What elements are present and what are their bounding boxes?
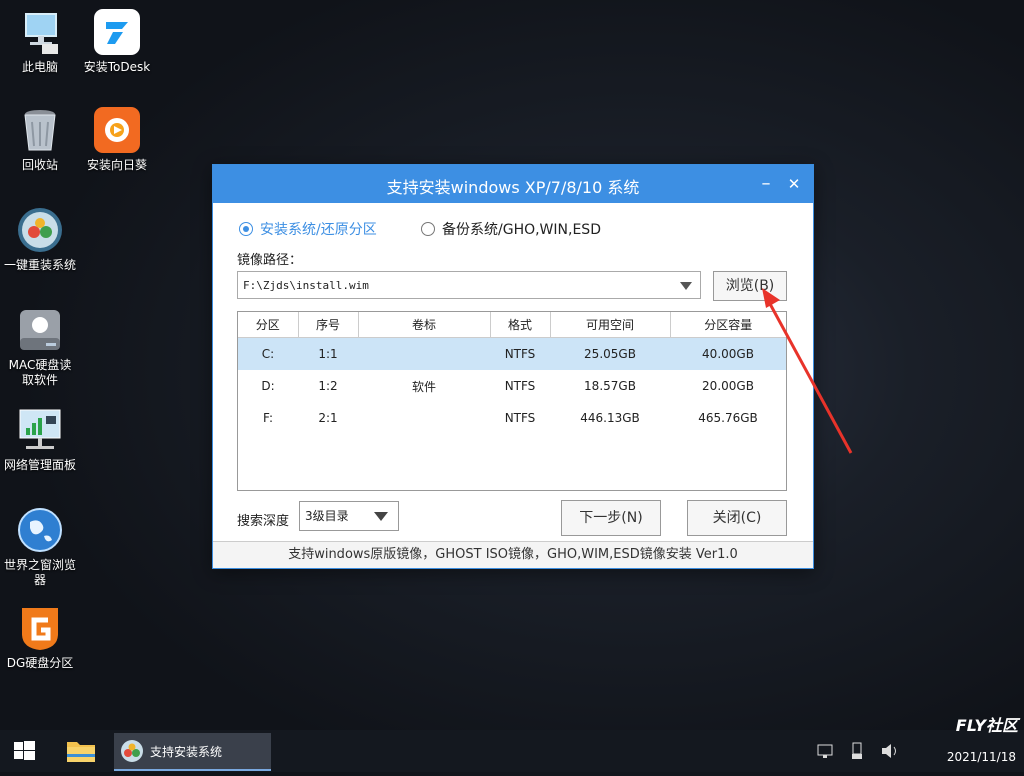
image-path-label: 镜像路径：	[237, 253, 303, 268]
todesk-icon	[93, 8, 141, 56]
computer-icon	[16, 8, 64, 56]
windows-logo-icon	[14, 741, 35, 760]
desktop-icon-label: 安装ToDesk	[83, 60, 151, 74]
volume-tray-icon[interactable]	[880, 742, 900, 764]
installer-window: 支持安装windows XP/7/8/10 系统 – ✕ 安装系统/还原分区 备…	[212, 164, 814, 569]
desktop-icon-label: 此电脑	[21, 60, 58, 74]
table-cell: 20.00GB	[702, 379, 754, 393]
table-cell	[358, 402, 490, 434]
search-depth-label: 搜索深度	[237, 514, 290, 529]
desktop-icon-label: DG硬盘分区	[6, 656, 74, 670]
table-cell: 465.76GB	[698, 411, 758, 425]
partition-table: 分区 序号 卷标 格式 可用空间 分区容量 C: 1:1 NTFS 25.05G…	[237, 311, 787, 491]
window-title: 支持安装windows XP/7/8/10 系统	[386, 178, 640, 197]
network-icon	[16, 406, 64, 454]
browse-button[interactable]: 浏览(B)	[713, 271, 787, 301]
search-depth-select[interactable]: 3级目录	[299, 501, 399, 531]
table-cell: F:	[262, 411, 273, 425]
gear-icon	[16, 206, 64, 254]
table-row[interactable]: C: 1:1 NTFS 25.05GB 40.00GB	[238, 337, 786, 370]
desktop-icon-network-panel[interactable]: 网络管理面板	[3, 406, 77, 473]
recycle-bin-icon	[16, 106, 64, 154]
table-row[interactable]: F: 2:1 NTFS 446.13GB 465.76GB	[238, 402, 786, 434]
apple-disk-icon	[16, 306, 64, 354]
table-cell: 25.05GB	[550, 337, 670, 370]
column-header: 分区容量	[670, 312, 786, 338]
dropdown-arrow-icon[interactable]	[374, 512, 388, 521]
table-cell: 1:1	[298, 337, 358, 370]
desktop-icon-install-sunlogin[interactable]: 安装向日葵	[80, 106, 154, 173]
taskbar: 支持安装系统 2021/11/18	[0, 730, 1024, 772]
close-button[interactable]: 关闭(C)	[687, 500, 787, 536]
radio-install-system[interactable]: 安装系统/还原分区	[239, 219, 377, 239]
table-cell: NTFS	[504, 411, 536, 425]
table-cell: D:	[261, 379, 275, 393]
table-cell: NTFS	[490, 337, 550, 370]
start-button[interactable]	[0, 730, 50, 772]
table-cell: 446.13GB	[580, 411, 640, 425]
desktop-icon-install-todesk[interactable]: 安装ToDesk	[80, 8, 154, 75]
table-cell	[358, 337, 490, 370]
radio-backup-system[interactable]: 备份系统/GHO,WIN,ESD	[421, 219, 601, 239]
column-header: 格式	[490, 312, 551, 338]
desktop-icon-label: 一键重装系统	[3, 258, 76, 272]
image-path-select[interactable]: F:\Zjds\install.wim	[237, 271, 701, 299]
column-header: 卷标	[358, 312, 491, 338]
taskbar-item-installer[interactable]: 支持安装系统	[114, 733, 271, 771]
dropdown-arrow-icon[interactable]	[680, 282, 692, 290]
column-header: 序号	[298, 312, 359, 338]
taskbar-item-label: 支持安装系统	[150, 744, 223, 759]
window-titlebar[interactable]: 支持安装windows XP/7/8/10 系统 – ✕	[213, 165, 813, 203]
table-cell: 18.57GB	[584, 379, 636, 393]
next-step-button[interactable]: 下一步(N)	[561, 500, 661, 536]
column-header: 分区	[238, 312, 299, 338]
status-bar: 支持windows原版镜像，GHOST ISO镜像，GHO,WIM,ESD镜像安…	[213, 541, 813, 568]
table-cell: 1:2	[318, 379, 338, 393]
radio-unselected-icon	[421, 222, 435, 236]
desktop-icon-this-pc[interactable]: 此电脑	[3, 8, 77, 75]
search-depth-value: 3级目录	[305, 509, 349, 523]
column-header: 可用空间	[550, 312, 671, 338]
desktop-icon-label: 世界之窗浏览器	[3, 558, 76, 587]
close-window-button[interactable]: ✕	[783, 173, 805, 195]
desktop-icon-one-key-reinstall[interactable]: 一键重装系统	[3, 206, 77, 273]
radio-selected-icon	[239, 222, 253, 236]
taskbar-clock[interactable]: 2021/11/18	[947, 750, 1016, 764]
usb-tray-icon[interactable]	[850, 742, 864, 764]
desktop-icon-dg-partition[interactable]: DG硬盘分区	[3, 604, 77, 671]
desktop-icon-label: 安装向日葵	[86, 158, 147, 172]
network-tray-icon[interactable]	[816, 742, 834, 764]
watermark-logo: FLY社区	[955, 716, 1018, 735]
radio-backup-label: 备份系统/GHO,WIN,ESD	[442, 222, 601, 238]
globe-icon	[16, 506, 64, 554]
desktop-icon-label: 回收站	[21, 158, 58, 172]
dg-partition-icon	[16, 604, 64, 652]
folder-icon	[67, 742, 95, 762]
sunflower-icon	[93, 106, 141, 154]
table-cell: 软件	[411, 379, 436, 394]
desktop-icon-label: 网络管理面板	[3, 458, 76, 472]
table-cell: NTFS	[504, 379, 536, 393]
table-row[interactable]: D: 1:2 软件 NTFS 18.57GB 20.00GB	[238, 370, 786, 402]
radio-install-label: 安装系统/还原分区	[260, 222, 377, 238]
table-cell: 40.00GB	[670, 337, 786, 370]
table-header-row: 分区 序号 卷标 格式 可用空间 分区容量	[238, 312, 786, 338]
installer-gear-icon	[121, 740, 143, 762]
desktop-icon-mac-disk-reader[interactable]: MAC硬盘读取软件	[3, 306, 77, 388]
file-explorer-button[interactable]	[58, 730, 104, 772]
table-cell: 2:1	[318, 411, 338, 425]
table-cell: C:	[238, 337, 298, 370]
minimize-button[interactable]: –	[755, 173, 777, 195]
desktop-icon-recycle-bin[interactable]: 回收站	[3, 106, 77, 173]
desktop-icon-label: MAC硬盘读取软件	[8, 358, 72, 387]
image-path-value: F:\Zjds\install.wim	[243, 279, 369, 292]
desktop-icon-theworld-browser[interactable]: 世界之窗浏览器	[3, 506, 77, 588]
